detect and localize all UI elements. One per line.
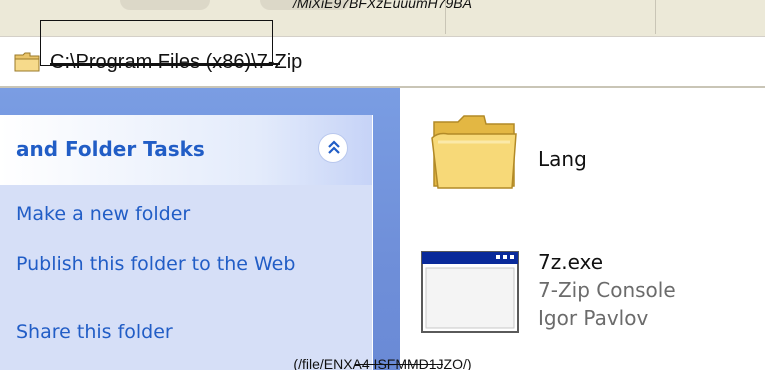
folder-icon [14, 51, 40, 72]
task-publish-folder[interactable]: Publish this folder to the Web [16, 251, 306, 278]
folder-icon[interactable] [428, 112, 520, 192]
collapse-button[interactable] [318, 133, 348, 163]
file-name-lang[interactable]: Lang [538, 147, 587, 171]
strike-line [355, 364, 443, 365]
application-window-icon[interactable] [418, 248, 522, 336]
file-company: Igor Pavlov [538, 306, 649, 330]
top-caption: /MiXiE97BFXzEuuumH79BA [293, 0, 472, 11]
bottom-caption: (/file/ENXA4 ISFMMD1JZO/) [293, 356, 472, 370]
chevron-double-up-icon [328, 140, 340, 154]
highlight-box [40, 20, 273, 66]
task-share-folder[interactable]: Share this folder [16, 319, 316, 346]
folder-tasks-header[interactable]: and Folder Tasks [0, 115, 372, 185]
file-name-7z[interactable]: 7z.exe [538, 250, 603, 274]
folder-tasks-panel: and Folder Tasks Make a new folder Publi… [0, 115, 373, 370]
task-make-new-folder[interactable]: Make a new folder [16, 201, 316, 228]
file-description: 7-Zip Console [538, 278, 676, 302]
folder-tasks-title: and Folder Tasks [16, 137, 205, 161]
